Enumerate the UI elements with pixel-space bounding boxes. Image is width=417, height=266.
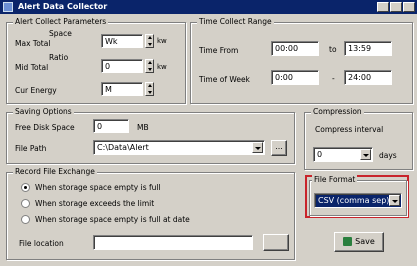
space-limit-title: Alert Collect Parameters — [13, 17, 109, 26]
compression-group: Compression Compress interval 0 days — [304, 107, 413, 170]
time-from-label: Time From — [199, 46, 239, 55]
app-icon — [3, 2, 13, 12]
file-path-label: File Path — [15, 144, 47, 153]
file-location-input[interactable] — [93, 235, 253, 250]
time-range-group: Time Collect Range Time From 00:00 to 13… — [190, 17, 413, 104]
save-icon — [343, 237, 353, 246]
chevron-down-icon[interactable] — [360, 149, 371, 160]
exchange-option-2-label: When storage exceeds the limit — [35, 199, 155, 208]
file-location-label: File location — [19, 239, 64, 248]
max-total-unit: kw — [157, 37, 167, 45]
free-space-input[interactable]: 0 — [93, 119, 129, 133]
mid-total-label: Mid Total — [15, 63, 49, 72]
title-bar: Alert Data Collector — [0, 0, 417, 14]
file-format-title: File Format — [312, 175, 358, 184]
file-path-value: C:\Data\Alert — [97, 143, 149, 152]
window-title: Alert Data Collector — [18, 2, 108, 11]
compress-interval-label: Compress interval — [315, 125, 384, 134]
cur-energy-input[interactable]: M — [101, 82, 143, 96]
close-button[interactable] — [403, 2, 415, 12]
file-format-value: CSV (comma sep) — [318, 196, 390, 205]
file-format-select[interactable]: CSV (comma sep) — [314, 193, 402, 208]
compress-interval-unit: days — [379, 151, 397, 160]
maximize-button[interactable] — [390, 2, 402, 12]
time-week-start-input[interactable]: 0:00 — [271, 70, 319, 85]
max-total-input[interactable]: Wk — [101, 34, 143, 48]
time-week-separator: - — [332, 74, 335, 83]
save-button[interactable]: Save — [334, 232, 384, 252]
time-from-separator: to — [329, 45, 337, 54]
file-exchange-title: Record File Exchange — [13, 167, 97, 176]
file-exchange-group: Record File Exchange When storage space … — [6, 167, 295, 260]
file-path-browse-button[interactable]: ... — [271, 140, 287, 156]
exchange-option-3-radio[interactable] — [21, 215, 30, 224]
file-location-browse-button[interactable] — [263, 234, 289, 251]
file-format-group: File Format CSV (comma sep) — [309, 175, 407, 216]
mid-total-sublabel: Ratio — [49, 53, 69, 62]
chevron-down-icon[interactable] — [389, 195, 400, 206]
chevron-down-icon[interactable] — [252, 142, 263, 153]
mid-total-unit: kw — [157, 63, 167, 71]
saving-options-title: Saving Options — [13, 107, 74, 116]
save-button-label: Save — [355, 237, 375, 246]
exchange-option-1-label: When storage space empty is full — [35, 183, 161, 192]
time-from-end-input[interactable]: 13:59 — [344, 41, 392, 56]
exchange-option-3-label: When storage space empty is full at date — [35, 215, 190, 224]
space-limit-group: Alert Collect Parameters Space Max Total… — [6, 17, 186, 104]
compress-interval-select[interactable]: 0 — [313, 147, 373, 162]
exchange-option-1-radio[interactable] — [21, 183, 30, 192]
free-space-label: Free Disk Space — [15, 123, 75, 132]
file-path-select[interactable]: C:\Data\Alert — [93, 140, 265, 155]
time-range-title: Time Collect Range — [197, 17, 274, 26]
time-week-end-input[interactable]: 24:00 — [344, 70, 392, 85]
cur-energy-spinner[interactable] — [145, 82, 154, 96]
mid-total-spinner[interactable] — [145, 59, 154, 73]
exchange-option-2-radio[interactable] — [21, 199, 30, 208]
time-from-start-input[interactable]: 00:00 — [271, 41, 319, 56]
saving-options-group: Saving Options Free Disk Space 0 MB File… — [6, 107, 295, 164]
max-total-label: Max Total — [15, 39, 51, 48]
minimize-button[interactable] — [377, 2, 389, 12]
compression-title: Compression — [311, 107, 364, 116]
time-week-label: Time of Week — [199, 75, 250, 84]
compress-interval-value: 0 — [317, 150, 323, 159]
cur-energy-label: Cur Energy — [15, 86, 57, 95]
max-total-sublabel: Space — [49, 29, 72, 38]
max-total-spinner[interactable] — [145, 34, 154, 48]
mid-total-input[interactable]: 0 — [101, 59, 143, 73]
free-space-unit: MB — [137, 123, 149, 132]
